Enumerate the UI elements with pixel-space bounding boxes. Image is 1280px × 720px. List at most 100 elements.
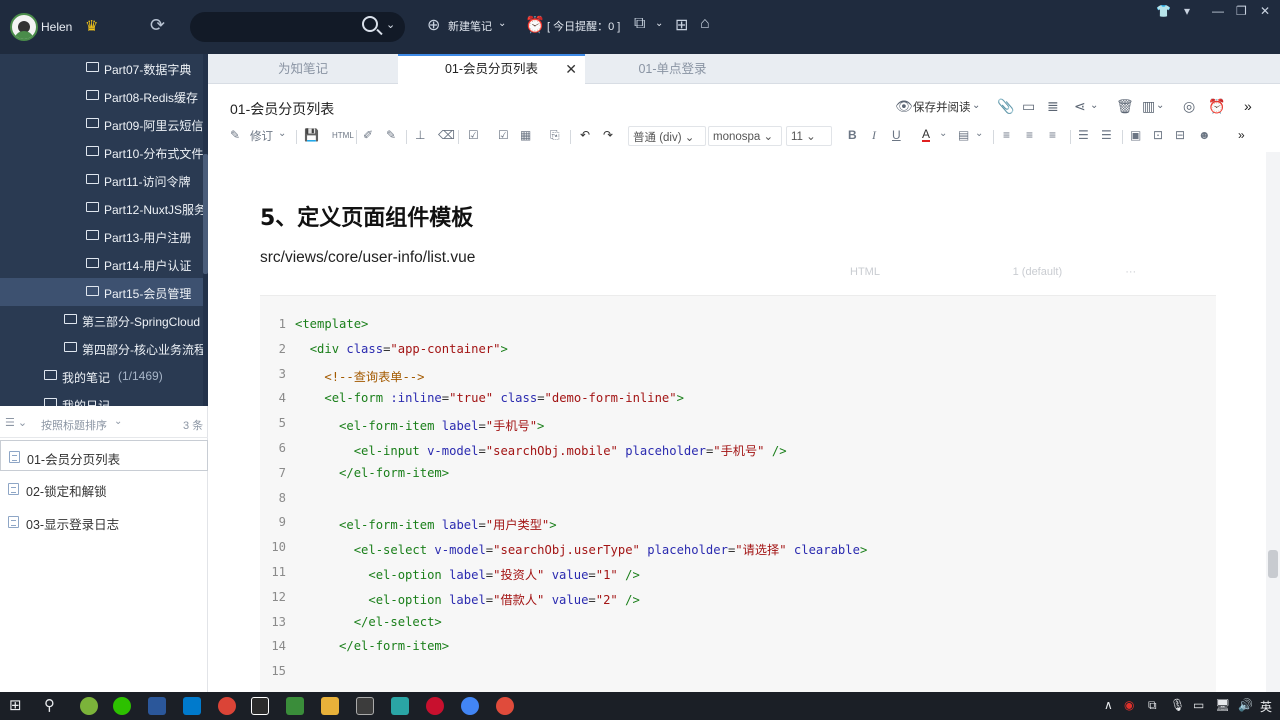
- username[interactable]: Helen: [41, 20, 72, 34]
- align-right-icon[interactable]: ≡: [1049, 128, 1056, 142]
- tree-item[interactable]: 第四部分-核心业务流程: [0, 334, 208, 362]
- chrome-icon[interactable]: [218, 697, 236, 715]
- format-painter-icon[interactable]: ⊥: [415, 128, 425, 142]
- home-icon[interactable]: ⌂: [700, 15, 710, 33]
- underline-icon[interactable]: U: [892, 128, 901, 142]
- table-icon[interactable]: ▦: [520, 128, 531, 142]
- tree-item[interactable]: Part13-用户注册: [0, 222, 208, 250]
- search-box[interactable]: ⌄: [190, 12, 405, 42]
- search-icon[interactable]: [362, 16, 378, 32]
- save-icon[interactable]: 💾: [304, 128, 319, 142]
- note-list-item[interactable]: 03-显示登录日志: [0, 506, 208, 537]
- attachment-icon[interactable]: 📎: [997, 98, 1014, 115]
- insert-emoji-icon[interactable]: ☻: [1198, 128, 1211, 142]
- search-input[interactable]: [202, 18, 352, 36]
- new-note-dropdown-icon[interactable]: ⌄: [498, 18, 506, 29]
- app-red-icon[interactable]: [426, 697, 444, 715]
- code-line[interactable]: 2 <div class="app-container">: [260, 339, 1216, 363]
- bold-icon[interactable]: B: [848, 128, 857, 142]
- vscode-icon[interactable]: [183, 697, 201, 715]
- tree-item[interactable]: 我的日记: [0, 390, 208, 406]
- word-icon[interactable]: [148, 697, 166, 715]
- tree-item[interactable]: Part12-NuxtJS服务: [0, 194, 208, 222]
- note-list-item[interactable]: 02-锁定和解锁: [0, 473, 208, 504]
- tab-sso[interactable]: 01-单点登录: [585, 54, 760, 84]
- search-taskbar-icon[interactable]: ⚲: [44, 696, 55, 714]
- grid-apps-icon[interactable]: ⊞: [675, 15, 688, 35]
- add-circle-icon[interactable]: ⊕: [427, 15, 440, 35]
- delete-icon[interactable]: 🗑: [1116, 98, 1134, 115]
- tree-item[interactable]: Part07-数据字典: [0, 54, 208, 82]
- copy-format-icon[interactable]: ⎘: [550, 128, 560, 143]
- tray-app-icon[interactable]: ◉: [1124, 698, 1134, 712]
- share-icon[interactable]: ⋖: [1074, 98, 1086, 115]
- checklist-icon[interactable]: ☑: [468, 128, 479, 142]
- microphone-icon[interactable]: 🎙: [1170, 698, 1185, 712]
- highlight-dropdown-icon[interactable]: ⌄: [975, 128, 983, 139]
- note-title[interactable]: 01-会员分页列表: [230, 99, 334, 119]
- battery-icon[interactable]: ▭: [1193, 698, 1204, 712]
- code-line[interactable]: 9 <el-form-item label="用户类型">: [260, 512, 1216, 536]
- tab-wiz-notes[interactable]: 为知笔记: [208, 54, 398, 84]
- editor-area[interactable]: 5、定义页面组件模板 src/views/core/user-info/list…: [208, 152, 1266, 692]
- tree-item[interactable]: Part11-访问令牌: [0, 166, 208, 194]
- code-more-icon[interactable]: ···: [1125, 266, 1136, 278]
- tree-item[interactable]: Part09-阿里云短信: [0, 110, 208, 138]
- code-line[interactable]: 15: [260, 661, 1216, 685]
- comment-icon[interactable]: ▭: [1022, 98, 1035, 115]
- code-line[interactable]: 1 <template>: [260, 314, 1216, 338]
- tree-item[interactable]: 我的笔记 (1/1469): [0, 362, 208, 390]
- checkbox-icon[interactable]: ☑: [498, 128, 509, 142]
- code-line[interactable]: 13 </el-select>: [260, 612, 1216, 636]
- font-color-dropdown-icon[interactable]: ⌄: [939, 128, 947, 139]
- layout-dropdown-icon[interactable]: ⌄: [1156, 100, 1164, 111]
- italic-icon[interactable]: I: [872, 128, 876, 143]
- code-line[interactable]: 6 <el-input v-model="searchObj.mobile" p…: [260, 438, 1216, 462]
- revise-dropdown-icon[interactable]: ⌄: [278, 128, 286, 139]
- vip-crown-icon[interactable]: ♛: [85, 17, 98, 35]
- app-tool-icon[interactable]: [286, 697, 304, 715]
- tree-item[interactable]: Part10-分布式文件: [0, 138, 208, 166]
- close-tab-icon[interactable]: ✕: [565, 56, 577, 83]
- code-line[interactable]: 4 <el-form :inline="true" class="demo-fo…: [260, 388, 1216, 412]
- weibo-icon[interactable]: ◎: [1183, 98, 1195, 115]
- font-color-icon[interactable]: A: [922, 128, 931, 142]
- font-size-select[interactable]: 11 ⌄: [786, 126, 832, 146]
- tree-item[interactable]: Part08-Redis缓存: [0, 82, 208, 110]
- sync-icon[interactable]: ⟳: [150, 15, 165, 36]
- code-lang-select[interactable]: HTML: [850, 266, 880, 278]
- wechat-icon[interactable]: [113, 697, 131, 715]
- tab-member-list[interactable]: 01-会员分页列表 ✕: [398, 54, 585, 84]
- expand-dropdown-icon[interactable]: ⌄: [655, 18, 663, 29]
- alarm-clock-icon[interactable]: ⏰: [525, 15, 545, 35]
- code-line[interactable]: 5 <el-form-item label="手机号">: [260, 413, 1216, 437]
- revise-button[interactable]: 修订: [250, 128, 273, 144]
- note-list-item[interactable]: 01-会员分页列表: [0, 440, 208, 471]
- expand-window-icon[interactable]: ⧉: [634, 15, 645, 33]
- bullet-list-icon[interactable]: ☰: [1101, 128, 1112, 142]
- tree-item[interactable]: Part14-用户认证: [0, 250, 208, 278]
- tree-item[interactable]: 第三部分-SpringCloud: [0, 306, 208, 334]
- minimize-icon[interactable]: —: [1212, 4, 1224, 18]
- numbered-list-icon[interactable]: ☰: [1078, 128, 1089, 142]
- app-green-icon[interactable]: [80, 697, 98, 715]
- app-cyan-icon[interactable]: [391, 697, 409, 715]
- eraser-icon[interactable]: ⌫: [438, 128, 455, 142]
- section-heading[interactable]: 5、定义页面组件模板: [260, 200, 473, 232]
- close-window-icon[interactable]: ✕: [1260, 4, 1270, 18]
- highlight-color-icon[interactable]: ▤: [958, 128, 969, 142]
- editor-scrollbar[interactable]: [1266, 152, 1280, 692]
- save-read-button[interactable]: 保存并阅读: [913, 99, 971, 115]
- app-record-icon[interactable]: [496, 697, 514, 715]
- align-left-icon[interactable]: ≡: [1003, 128, 1010, 142]
- windows-start-icon[interactable]: ⊞: [9, 696, 22, 714]
- code-line[interactable]: 8: [260, 488, 1216, 512]
- volume-icon[interactable]: 🔊: [1238, 698, 1253, 712]
- insert-image-icon[interactable]: ▣: [1130, 128, 1141, 142]
- reminder-icon[interactable]: ⏰: [1208, 98, 1225, 115]
- redo-icon[interactable]: ↷: [603, 128, 613, 142]
- menu-dropdown-icon[interactable]: ▾: [1184, 4, 1190, 18]
- code-line[interactable]: 10 <el-select v-model="searchObj.userTyp…: [260, 537, 1216, 561]
- save-dropdown-icon[interactable]: ⌄: [972, 100, 980, 111]
- ime-indicator[interactable]: 英: [1260, 698, 1272, 715]
